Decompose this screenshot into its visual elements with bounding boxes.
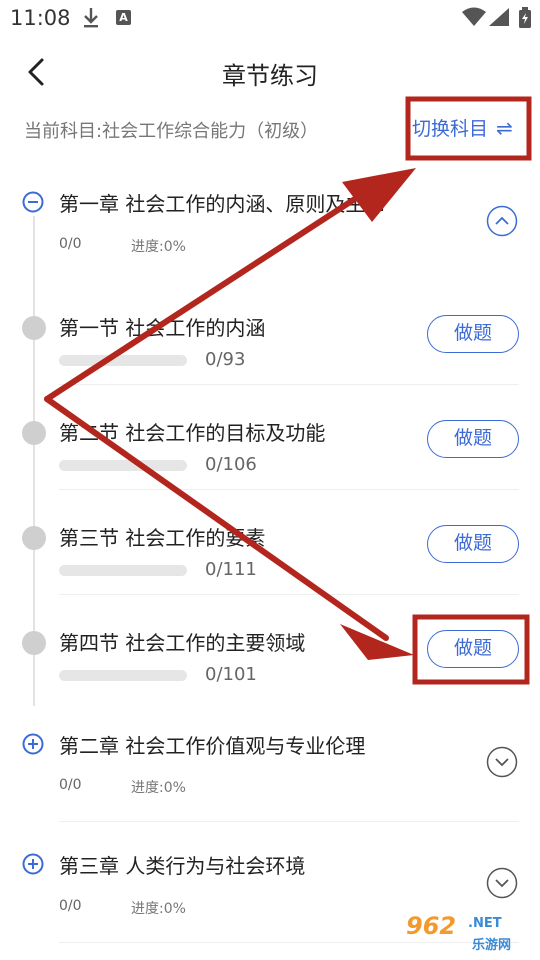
chapter-count: 0/0 — [59, 898, 82, 914]
chapter-divider — [59, 821, 519, 822]
section-item-4: 第四节 社会工作的主要领域 0/101 做题 — [0, 622, 540, 727]
section-progress-bar — [59, 565, 187, 576]
wifi-icon — [462, 7, 486, 26]
section-item-1: 第一节 社会工作的内涵 0/93 做题 — [0, 307, 540, 412]
section-title: 第三节 社会工作的要素 — [59, 526, 266, 550]
do-exercise-button[interactable]: 做题 — [427, 630, 519, 668]
section-dot — [22, 421, 46, 445]
section-progress-bar — [59, 355, 187, 366]
chapter-count: 0/0 — [59, 777, 82, 793]
section-divider — [59, 384, 519, 385]
chevron-down-icon[interactable] — [486, 746, 518, 778]
current-subject-label: 当前科目:社会工作综合能力（初级） — [24, 121, 319, 142]
watermark-main: 962 — [406, 912, 457, 940]
section-count: 0/111 — [205, 559, 257, 580]
status-bar: 11:08 A — [0, 0, 540, 38]
chapter-progress: 进度:0% — [131, 901, 186, 917]
collapse-minus-icon[interactable] — [22, 191, 44, 213]
section-dot — [22, 526, 46, 550]
page-title: 章节练习 — [222, 62, 318, 90]
section-title: 第四节 社会工作的主要领域 — [59, 631, 306, 655]
switch-subject-button[interactable]: 切换科目 ⇌ — [412, 114, 513, 141]
chapter-title[interactable]: 第一章 社会工作的内涵、原则及主… — [59, 188, 419, 217]
chapter-count: 0/0 — [59, 236, 82, 252]
chevron-down-icon[interactable] — [486, 867, 518, 899]
chevron-up-icon[interactable] — [486, 205, 518, 237]
chapter-title[interactable]: 第二章 社会工作价值观与专业伦理 — [59, 730, 479, 759]
section-progress-bar — [59, 460, 187, 471]
expand-plus-icon[interactable] — [22, 853, 44, 875]
signal-icon — [489, 8, 509, 26]
section-title: 第一节 社会工作的内涵 — [59, 316, 266, 340]
section-divider — [59, 489, 519, 490]
chapter-title[interactable]: 第三章 人类行为与社会环境 — [59, 850, 479, 879]
do-exercise-button[interactable]: 做题 — [427, 420, 519, 458]
watermark-net: .NET — [468, 916, 502, 931]
chapter-progress: 进度:0% — [131, 239, 186, 255]
section-count: 0/93 — [205, 349, 246, 370]
section-dot — [22, 631, 46, 655]
status-time: 11:08 — [10, 6, 71, 30]
section-dot — [22, 316, 46, 340]
section-divider — [59, 594, 519, 595]
watermark-sub: 乐游网 — [472, 938, 512, 953]
chapter-progress: 进度:0% — [131, 780, 186, 796]
download-icon — [84, 8, 98, 28]
switch-arrows-icon: ⇌ — [496, 116, 513, 140]
section-count: 0/101 — [205, 664, 257, 685]
do-exercise-button[interactable]: 做题 — [427, 525, 519, 563]
watermark-logo: 962 .NET 乐游网 — [400, 912, 532, 956]
section-progress-bar — [59, 670, 187, 681]
expand-plus-icon[interactable] — [22, 733, 44, 755]
battery-icon — [519, 7, 531, 28]
section-item-3: 第三节 社会工作的要素 0/111 做题 — [0, 517, 540, 622]
section-item-2: 第二节 社会工作的目标及功能 0/106 做题 — [0, 412, 540, 517]
app-notification-icon: A — [116, 10, 131, 25]
do-exercise-button[interactable]: 做题 — [427, 315, 519, 353]
section-count: 0/106 — [205, 454, 257, 475]
section-title: 第二节 社会工作的目标及功能 — [59, 421, 326, 445]
switch-subject-label: 切换科目 — [412, 118, 489, 140]
